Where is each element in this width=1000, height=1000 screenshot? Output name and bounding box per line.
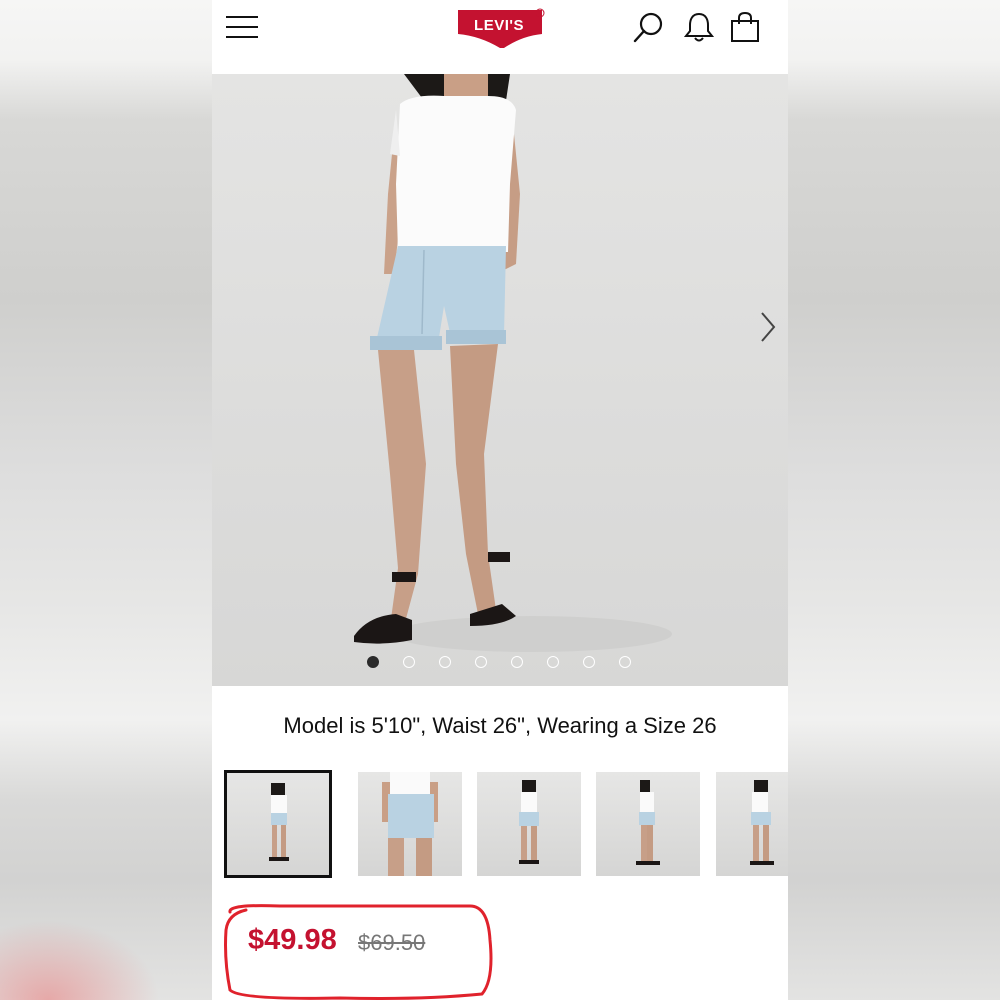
carousel-dot[interactable]	[583, 656, 595, 668]
model-photo	[354, 74, 672, 652]
carousel-dot[interactable]	[547, 656, 559, 668]
blurred-background-left	[0, 0, 212, 1000]
carousel-dot[interactable]	[367, 656, 379, 668]
thumbnail-angle-full[interactable]	[716, 772, 788, 876]
thumbnail-back-full[interactable]	[477, 772, 581, 876]
carousel-dot[interactable]	[403, 656, 415, 668]
thumbnail-strip	[224, 770, 788, 878]
sale-price: $49.98	[248, 924, 337, 956]
top-header: LEVI'S	[212, 0, 788, 74]
bag-icon[interactable]	[728, 10, 762, 44]
brand-logo-text: LEVI'S	[474, 17, 524, 34]
carousel-dot[interactable]	[475, 656, 487, 668]
carousel-dots	[367, 656, 647, 670]
original-price: $69.50	[358, 930, 426, 955]
carousel-dot[interactable]	[511, 656, 523, 668]
search-icon[interactable]	[632, 10, 666, 44]
thumbnail-front-closeup[interactable]	[358, 772, 462, 876]
product-page: LEVI'S Model is 5'10", Waist 26", Wearin…	[212, 0, 788, 1000]
menu-icon[interactable]	[226, 16, 258, 38]
thumbnail-front-full[interactable]	[224, 770, 332, 878]
price-row: $49.98 $69.50	[248, 924, 548, 964]
carousel-dot[interactable]	[439, 656, 451, 668]
bell-icon[interactable]	[682, 10, 716, 44]
brand-logo[interactable]: LEVI'S	[456, 8, 546, 48]
blurred-background-right	[788, 0, 1000, 1000]
thumbnail-side-full[interactable]	[596, 772, 700, 876]
carousel-dot[interactable]	[619, 656, 631, 668]
chevron-right-icon[interactable]	[756, 310, 780, 344]
model-size-caption: Model is 5'10", Waist 26", Wearing a Siz…	[283, 713, 717, 738]
product-image-carousel[interactable]	[212, 74, 788, 686]
